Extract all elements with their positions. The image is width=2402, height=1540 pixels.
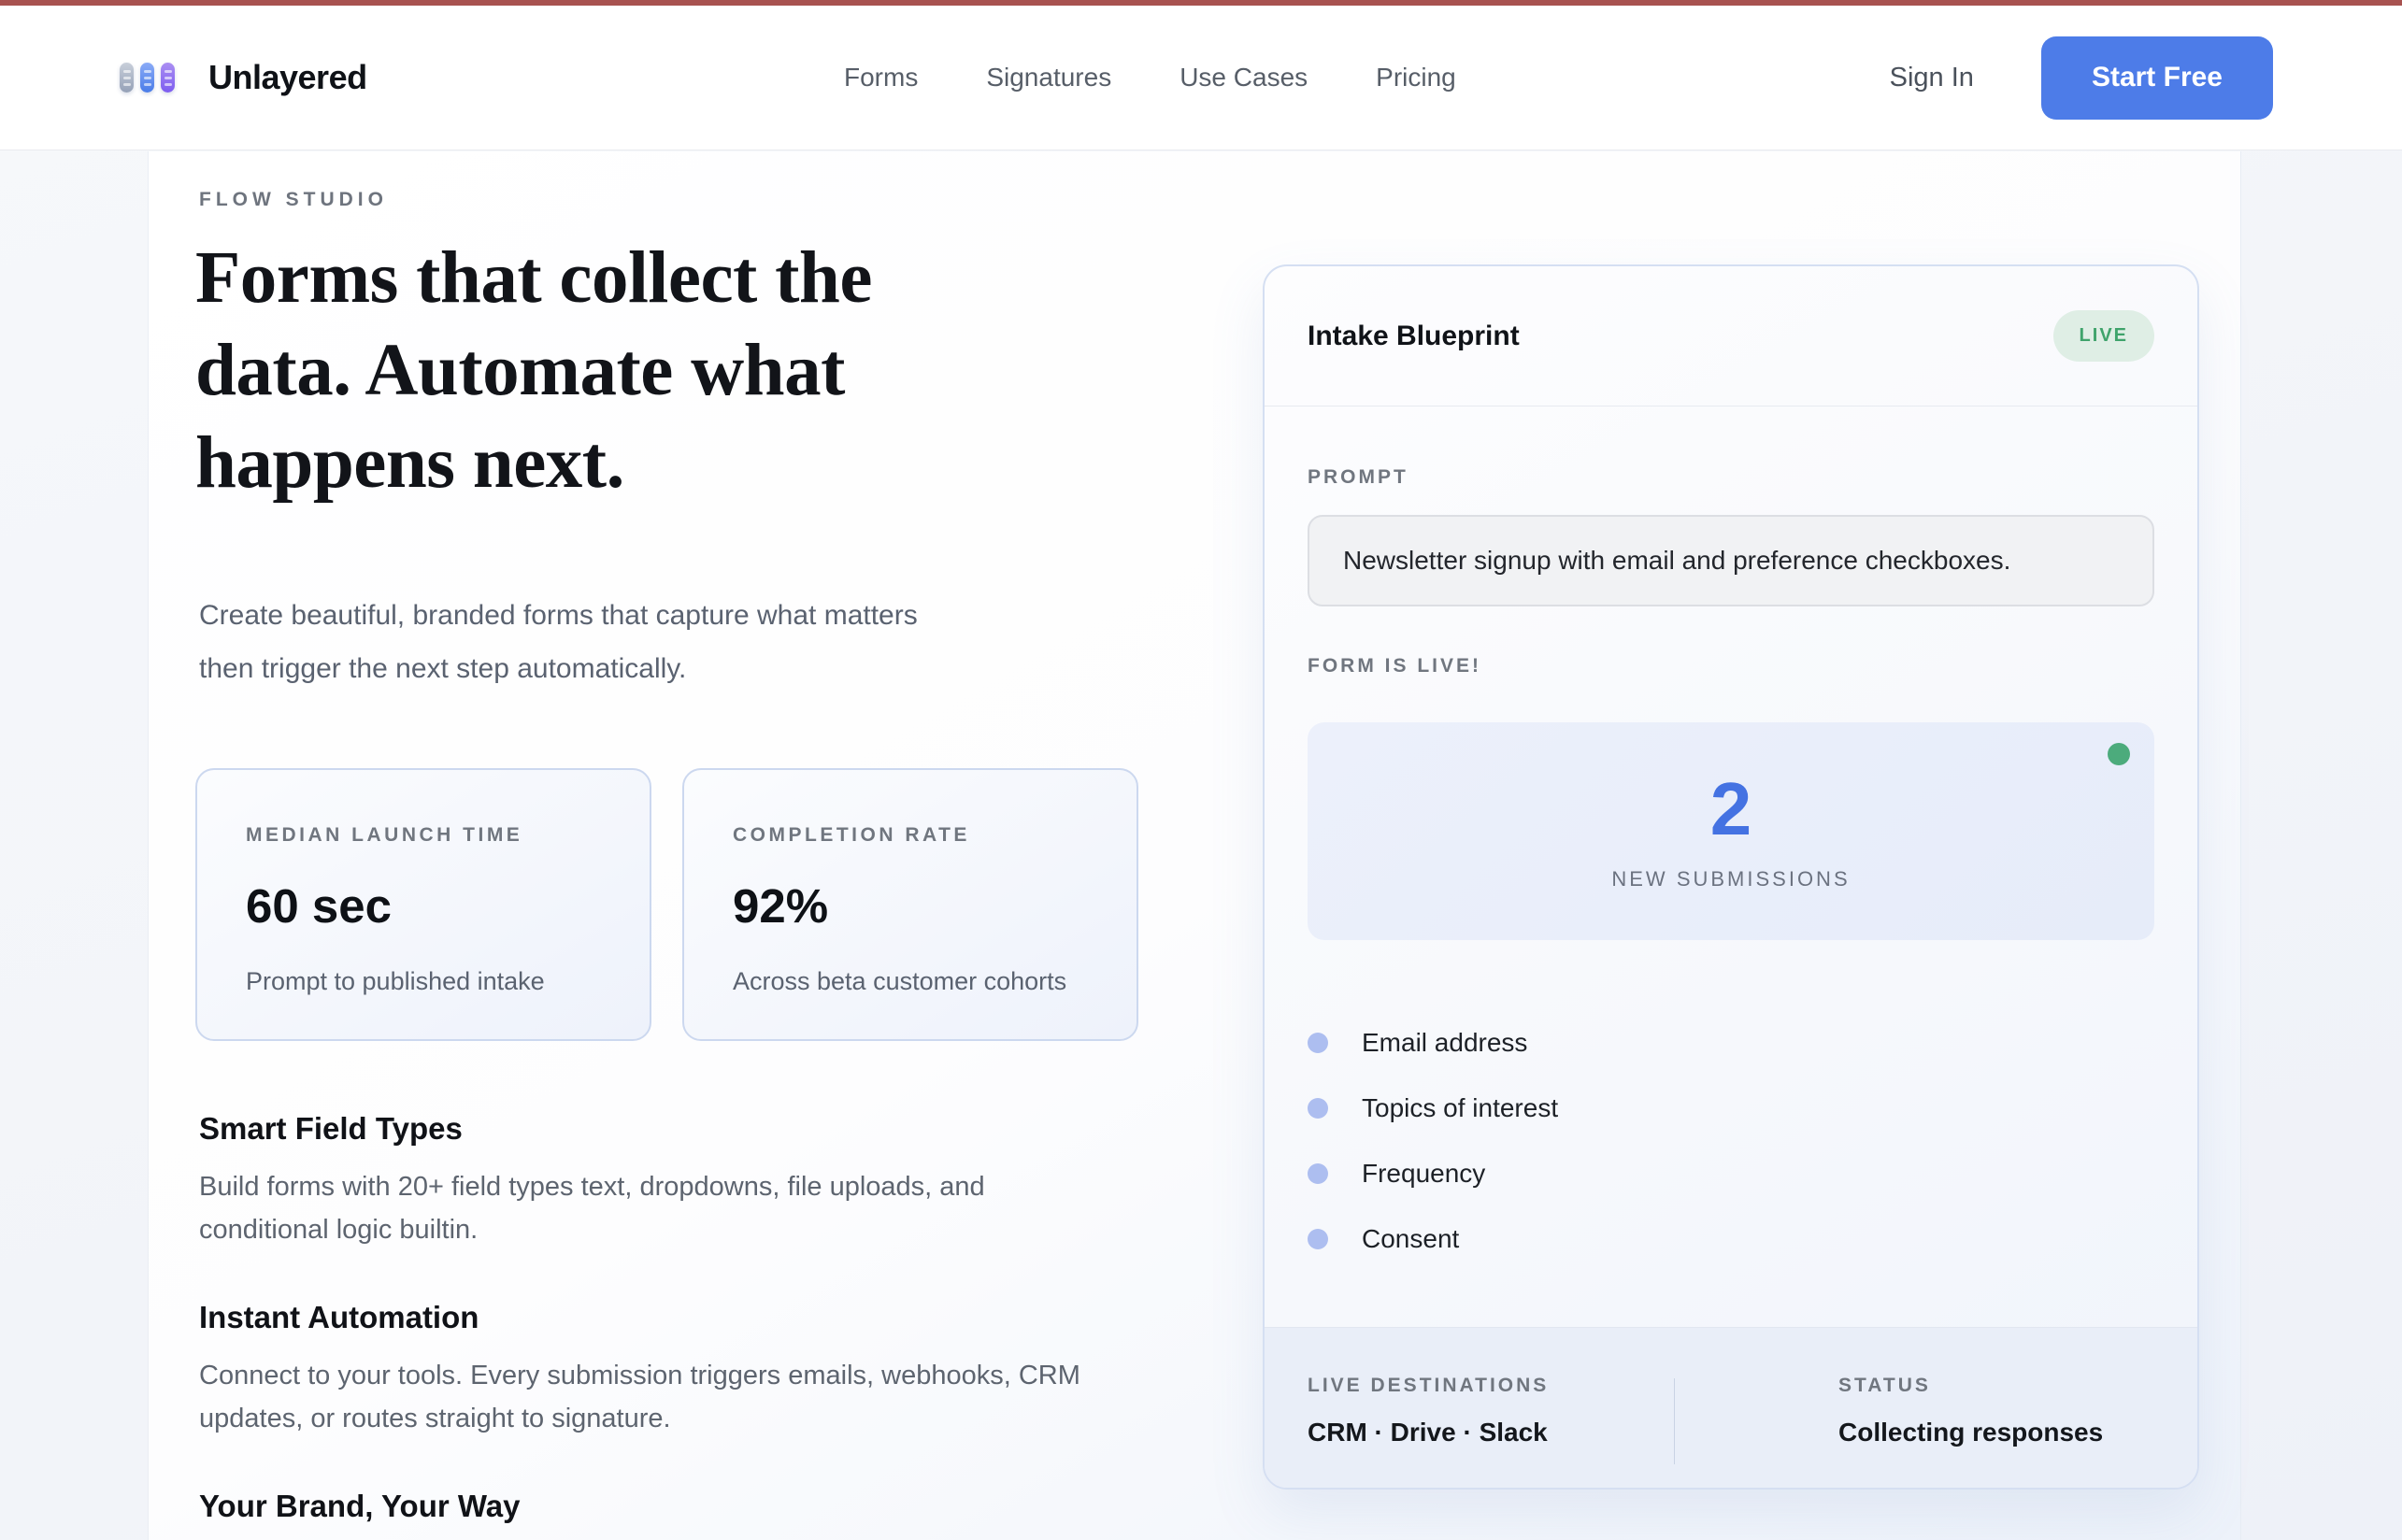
list-item: Email address [1308,1015,2154,1071]
form-live-label: FORM IS LIVE! [1308,655,2154,677]
logo-pill-purple [161,63,175,93]
submissions-count: 2 [1710,772,1752,847]
stat-caption: Prompt to published intake [246,967,612,996]
nav-item-forms[interactable]: Forms [844,63,918,93]
header-actions: Sign In Start Free [1890,6,2273,150]
submissions-panel: 2 NEW SUBMISSIONS [1308,722,2154,940]
nav-item-use-cases[interactable]: Use Cases [1180,63,1308,93]
feature-title-your-brand: Your Brand, Your Way [199,1489,1143,1524]
brand[interactable]: Unlayered [120,6,367,150]
online-indicator-dot [2108,743,2130,765]
unlayered-logo-icon [120,63,175,93]
card-body: PROMPT Newsletter signup with email and … [1265,406,2197,1327]
main-nav: Forms Signatures Use Cases Pricing [844,6,1456,150]
stat-value: 92% [733,878,1099,934]
stat-caption: Across beta customer cohorts [733,967,1099,996]
card-header: Intake Blueprint LIVE [1265,266,2197,406]
logo-pill-gray [120,63,134,93]
site-header: Unlayered Forms Signatures Use Cases Pri… [0,6,2402,150]
destinations-column: LIVE DESTINATIONS CRM · Drive · Slack [1308,1375,1674,1488]
field-bullet-dot [1308,1229,1328,1249]
field-label: Email address [1362,1028,1527,1058]
feature-body-smart-fields: Build forms with 20+ field types text, d… [199,1165,1143,1251]
feature-list: Smart Field Types Build forms with 20+ f… [199,1111,1143,1540]
card-footer: LIVE DESTINATIONS CRM · Drive · Slack ST… [1265,1327,2197,1488]
field-label: Topics of interest [1362,1093,1558,1123]
destinations-value: CRM · Drive · Slack [1308,1418,1674,1447]
feature-title-instant-automation: Instant Automation [199,1300,1143,1335]
hero-subtitle: Create beautiful, branded forms that cap… [199,589,918,695]
stat-card-completion-rate: COMPLETION RATE 92% Across beta customer… [682,768,1138,1041]
prompt-input[interactable]: Newsletter signup with email and prefere… [1308,515,2154,606]
brand-name: Unlayered [208,58,367,97]
live-status-badge: LIVE [2053,310,2154,362]
list-item: Frequency [1308,1146,2154,1202]
form-fields-list: Email address Topics of interest Frequen… [1308,1015,2154,1267]
prompt-label: PROMPT [1308,466,2154,489]
card-title: Intake Blueprint [1308,321,1520,352]
feature-body-instant-automation: Connect to your tools. Every submission … [199,1354,1143,1440]
list-item: Consent [1308,1211,2154,1267]
stat-card-launch-time: MEDIAN LAUNCH TIME 60 sec Prompt to publ… [195,768,651,1041]
status-label: STATUS [1838,1375,2103,1397]
field-bullet-dot [1308,1098,1328,1119]
feature-title-smart-fields: Smart Field Types [199,1111,1143,1147]
content-column: FLOW STUDIO Forms that collect the data.… [148,151,2241,1540]
field-label: Frequency [1362,1159,1485,1189]
eyebrow-label: FLOW STUDIO [199,189,388,211]
stat-label: COMPLETION RATE [733,824,1099,847]
submissions-label: NEW SUBMISSIONS [1611,867,1850,891]
page-title: Forms that collect the data. Automate wh… [195,232,872,509]
nav-item-signatures[interactable]: Signatures [986,63,1111,93]
landing-page: Unlayered Forms Signatures Use Cases Pri… [0,0,2402,1540]
start-free-button[interactable]: Start Free [2041,36,2273,120]
field-bullet-dot [1308,1163,1328,1184]
sign-in-link[interactable]: Sign In [1890,63,1974,93]
stat-label: MEDIAN LAUNCH TIME [246,824,612,847]
logo-pill-blue [140,63,154,93]
destinations-label: LIVE DESTINATIONS [1308,1375,1674,1397]
intake-blueprint-card: Intake Blueprint LIVE PROMPT Newsletter … [1263,264,2199,1490]
list-item: Topics of interest [1308,1080,2154,1136]
stat-value: 60 sec [246,878,612,934]
field-bullet-dot [1308,1033,1328,1053]
nav-item-pricing[interactable]: Pricing [1376,63,1456,93]
status-column: STATUS Collecting responses [1675,1375,2103,1488]
stat-cards: MEDIAN LAUNCH TIME 60 sec Prompt to publ… [195,768,1138,1041]
field-label: Consent [1362,1224,1459,1254]
status-value: Collecting responses [1838,1418,2103,1447]
